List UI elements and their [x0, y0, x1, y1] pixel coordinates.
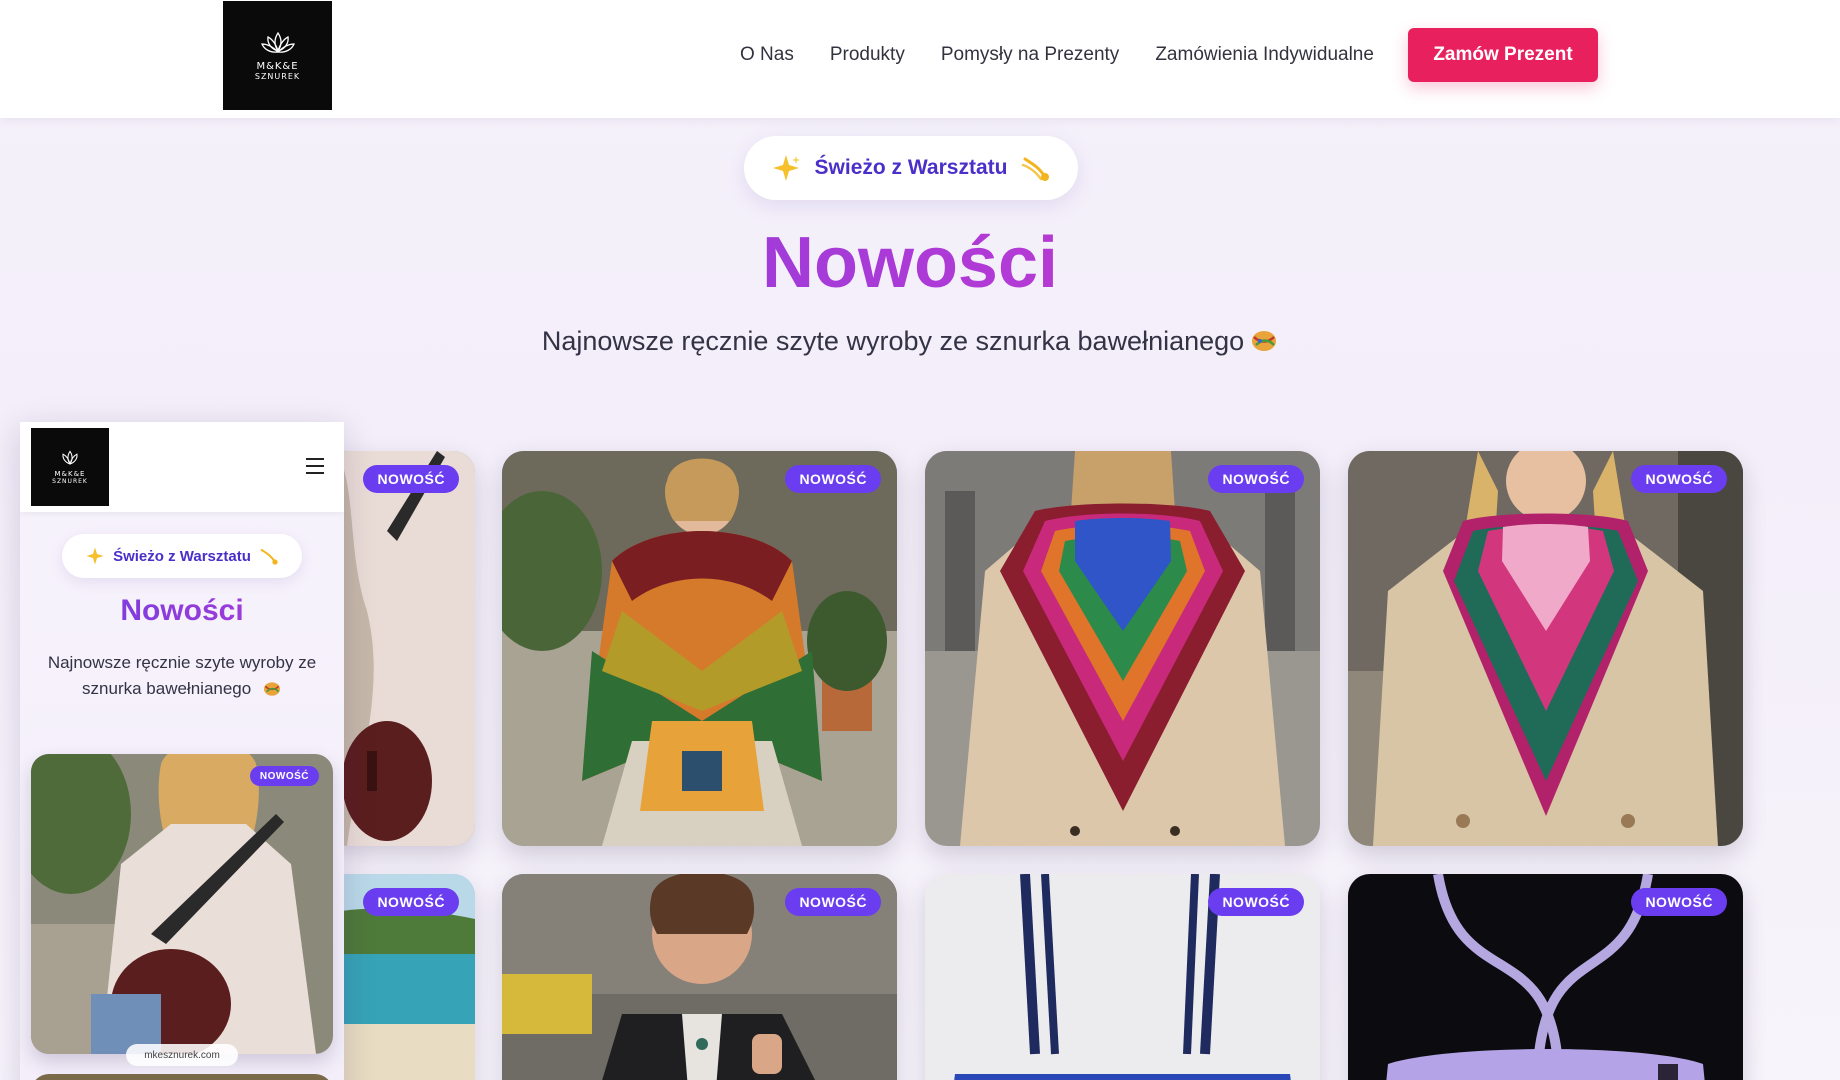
- new-badge: NOWOŚĆ: [785, 888, 881, 916]
- product-photo: [925, 451, 1320, 846]
- site-url-label: mkesznurek.com: [126, 1044, 238, 1066]
- product-card[interactable]: NOWOŚĆ: [502, 874, 897, 1080]
- page-title: Nowości: [0, 222, 1820, 304]
- mobile-page-subtitle: Najnowsze ręcznie szyte wyroby ze sznurk…: [42, 650, 322, 702]
- product-card[interactable]: NOWOŚĆ: [1348, 874, 1743, 1080]
- nav-link-produkty[interactable]: Produkty: [830, 44, 905, 66]
- mobile-fresh-badge-label: Świeżo z Warsztatu: [113, 547, 251, 565]
- fresh-badge-label: Świeżo z Warsztatu: [814, 156, 1008, 179]
- product-photo: [502, 451, 897, 846]
- logo-subtext: SZNUREK: [254, 71, 301, 81]
- product-photo: [327, 451, 475, 846]
- product-card[interactable]: NOWOŚĆ: [925, 874, 1320, 1080]
- comet-icon: [260, 549, 278, 565]
- product-photo: [31, 754, 333, 1054]
- product-card[interactable]: NOWOŚĆ: [327, 451, 475, 846]
- new-badge: NOWOŚĆ: [1208, 465, 1304, 493]
- yarn-icon: [263, 682, 280, 696]
- product-card[interactable]: NOWOŚĆ: [327, 874, 475, 1080]
- nav-link-o-nas[interactable]: O Nas: [740, 44, 794, 66]
- brand-logo[interactable]: M&K&E SZNUREK: [223, 1, 332, 110]
- product-card[interactable]: NOWOŚĆ: [1348, 451, 1743, 846]
- new-badge: NOWOŚĆ: [1631, 888, 1727, 916]
- mobile-brand-logo[interactable]: M&K&E SZNUREK: [31, 428, 109, 506]
- fresh-badge-pill: Świeżo z Warsztatu: [744, 136, 1078, 200]
- page-subtitle: Najnowsze ręcznie szyte wyroby ze sznurk…: [0, 326, 1820, 357]
- sparkle-icon: [772, 155, 800, 181]
- new-badge: NOWOŚĆ: [363, 465, 459, 493]
- product-card[interactable]: NOWOŚĆ: [925, 451, 1320, 846]
- lotus-icon: [62, 449, 78, 465]
- mobile-product-card[interactable]: [31, 1074, 333, 1080]
- nav-link-zamowienia[interactable]: Zamówienia Indywidualne: [1155, 44, 1374, 66]
- main-nav: O Nas Produkty Pomysły na Prezenty Zamów…: [740, 0, 1410, 110]
- site-header: M&K&E SZNUREK O Nas Produkty Pomysły na …: [0, 0, 1840, 118]
- order-gift-button[interactable]: Zamów Prezent: [1408, 28, 1598, 82]
- comet-icon: [1022, 157, 1050, 181]
- logo-text: M&K&E: [54, 469, 86, 478]
- product-card[interactable]: NOWOŚĆ: [502, 451, 897, 846]
- page-subtitle-text: Najnowsze ręcznie szyte wyroby ze sznurk…: [541, 326, 1245, 356]
- lotus-icon: [260, 31, 295, 53]
- logo-subtext: SZNUREK: [52, 477, 88, 485]
- new-badge: NOWOŚĆ: [249, 766, 319, 786]
- nav-link-pomysly[interactable]: Pomysły na Prezenty: [941, 44, 1119, 66]
- hamburger-menu-icon[interactable]: [306, 458, 324, 474]
- mobile-header: M&K&E SZNUREK: [20, 422, 344, 512]
- new-badge: NOWOŚĆ: [785, 465, 881, 493]
- yarn-icon: [1252, 331, 1277, 351]
- mobile-preview: M&K&E SZNUREK Świeżo z Warsztatu Nowości…: [20, 422, 344, 1080]
- logo-text: M&K&E: [256, 60, 299, 72]
- sparkle-icon: [86, 547, 104, 565]
- new-badge: NOWOŚĆ: [1208, 888, 1304, 916]
- mobile-page-title: Nowości: [20, 594, 344, 628]
- new-badge: NOWOŚĆ: [1631, 465, 1727, 493]
- mobile-product-card[interactable]: NOWOŚĆ: [31, 754, 333, 1054]
- new-badge: NOWOŚĆ: [363, 888, 459, 916]
- mobile-fresh-badge-pill: Świeżo z Warsztatu: [62, 534, 302, 578]
- product-photo: [1348, 451, 1743, 846]
